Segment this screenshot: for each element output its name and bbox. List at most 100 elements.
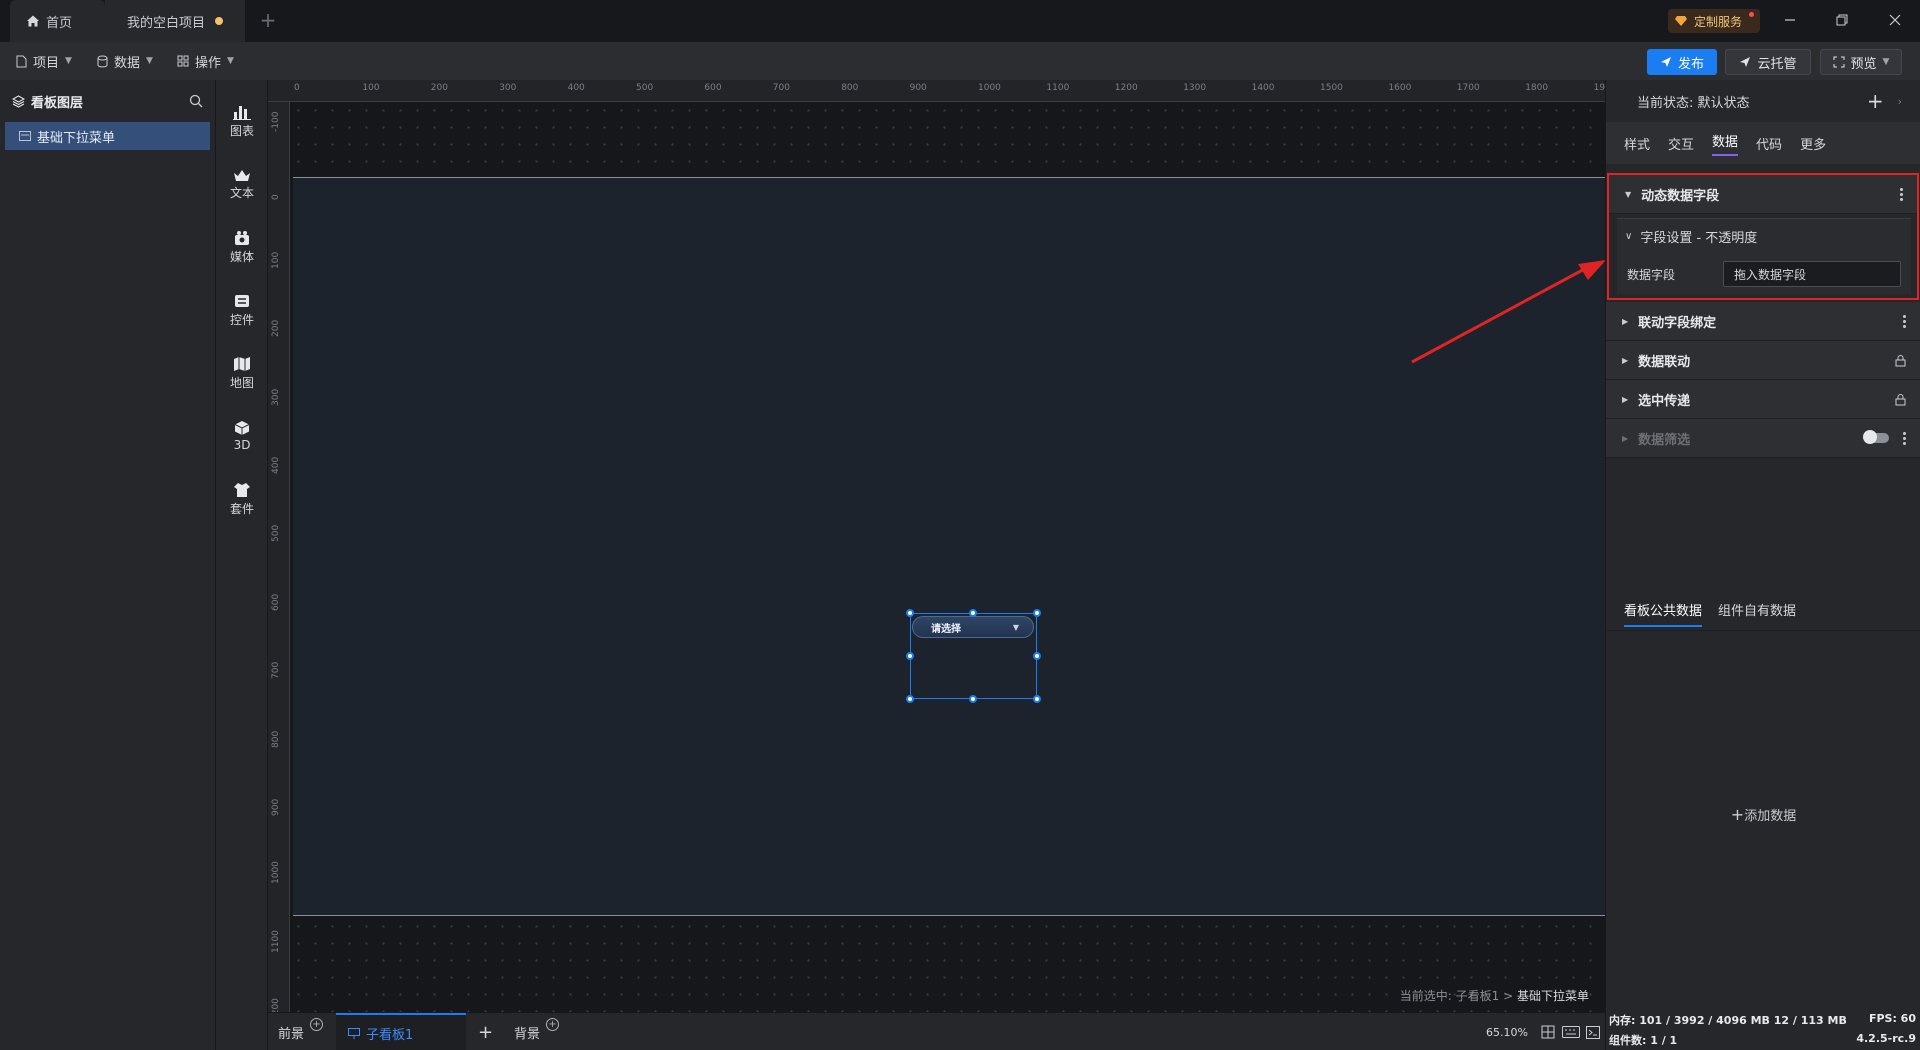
tab-more[interactable]: 更多	[1800, 134, 1826, 153]
tab-project-label: 我的空白项目	[126, 15, 205, 31]
resize-handle[interactable]	[1033, 652, 1041, 660]
chevron-right-icon[interactable]: ›	[1898, 95, 1902, 108]
tab-style[interactable]: 样式	[1624, 134, 1650, 153]
component-count: 组件数: 1 / 1	[1609, 1034, 1678, 1047]
chevron-down-icon: ▼	[65, 56, 72, 66]
section-dynamic-field[interactable]: ▼ 动态数据字段	[1609, 175, 1917, 214]
ruler-tick-label: 1200	[271, 998, 281, 1012]
tab-project[interactable]: 我的空白项目	[105, 0, 245, 42]
lock-icon	[1895, 354, 1906, 366]
resize-handle[interactable]	[906, 652, 914, 660]
close-button[interactable]	[1880, 8, 1910, 32]
ruler-tick-label: 1400	[1251, 83, 1275, 93]
add-board-button[interactable]: +	[478, 1013, 493, 1050]
ruler-tick-label: 1300	[1183, 83, 1207, 93]
section-data-filter[interactable]: ▶ 数据筛选	[1606, 419, 1920, 458]
ruler-tick-label: 700	[772, 83, 790, 93]
tab-subboard[interactable]: 子看板1	[336, 1013, 466, 1050]
add-data-button[interactable]: +添加数据	[1606, 805, 1920, 824]
zoom-level[interactable]: 65.10%	[1486, 1013, 1528, 1050]
cloud-host-button[interactable]: 云托管	[1725, 49, 1811, 75]
restore-button[interactable]	[1827, 8, 1857, 32]
publish-button[interactable]: 发布	[1647, 49, 1717, 75]
fit-screen-icon	[1541, 1025, 1555, 1039]
version-label: 4.2.5-rc.9	[1856, 1032, 1916, 1045]
more-vertical-icon[interactable]	[1900, 187, 1903, 201]
tab-background[interactable]: 背景 +	[514, 1013, 560, 1050]
tab-interaction[interactable]: 交互	[1668, 134, 1694, 153]
resize-handle[interactable]	[969, 609, 977, 617]
category-3d[interactable]: 3D	[216, 407, 268, 465]
category-control[interactable]: 控件	[216, 281, 268, 339]
canvas-area[interactable]: 0 100 200 300 400 500 600 700 800 900 1000 1100 1200…	[268, 80, 1605, 1012]
chevron-down-icon: ▼	[1882, 57, 1890, 67]
crumb-current: 基础下拉菜单	[1516, 989, 1589, 1003]
current-state-label: 当前状态: 默认状态	[1637, 95, 1750, 111]
tab-foreground[interactable]: 前景 +	[278, 1013, 324, 1050]
console-button[interactable]	[1586, 1013, 1600, 1050]
field-setting-header[interactable]: ∨ 字段设置 - 不透明度	[1617, 218, 1911, 254]
add-circle-icon[interactable]: +	[546, 1017, 560, 1031]
custom-service-label: 定制服务	[1694, 14, 1743, 29]
ruler-tick-label: 1000	[978, 83, 1001, 93]
search-icon[interactable]	[189, 94, 203, 108]
ruler-tick-label: 200	[271, 320, 281, 338]
resize-handle[interactable]	[906, 695, 914, 703]
ruler-horizontal: 0 100 200 300 400 500 600 700 800 900 1000 1100 1200…	[268, 80, 1605, 102]
layer-item[interactable]: 基础下拉菜单	[5, 122, 210, 150]
ruler-tick-label: 600	[704, 83, 722, 93]
more-vertical-icon[interactable]	[1903, 431, 1906, 445]
tab-component-own-data[interactable]: 组件自有数据	[1718, 600, 1796, 619]
category-kit[interactable]: 套件	[216, 470, 268, 528]
category-media[interactable]: 媒体	[216, 218, 268, 276]
annotation-arrow-icon	[1411, 260, 1606, 364]
add-state-icon[interactable]: +	[1867, 89, 1884, 113]
menu-operation[interactable]: 操作 ▼	[177, 42, 234, 80]
ruler-tick-label: 1600	[1388, 83, 1412, 93]
tab-data[interactable]: 数据	[1712, 131, 1739, 156]
ruler-tick-label: 1100	[1046, 83, 1070, 93]
tab-code[interactable]: 代码	[1756, 134, 1782, 153]
crumb-board: 子看板1	[1455, 989, 1500, 1003]
selected-component-box[interactable]: 请选择 ▼	[906, 609, 1041, 703]
tab-home[interactable]: 首页	[10, 0, 105, 42]
preview-button[interactable]: 预览 ▼	[1820, 49, 1902, 75]
add-circle-icon[interactable]: +	[310, 1017, 324, 1031]
tab-board-public-data[interactable]: 看板公共数据	[1624, 600, 1703, 627]
fit-screen-button[interactable]	[1541, 1013, 1555, 1050]
dropdown-menu-component[interactable]: 请选择 ▼	[912, 616, 1034, 638]
menu-project[interactable]: 项目 ▼	[16, 42, 72, 80]
notification-dot-icon	[1749, 12, 1754, 17]
category-text-label: 文本	[229, 185, 254, 200]
menu-data[interactable]: 数据 ▼	[97, 42, 153, 80]
tab-subboard-label: 子看板1	[366, 1027, 414, 1043]
more-vertical-icon[interactable]	[1903, 314, 1906, 328]
keyboard-button[interactable]	[1562, 1013, 1580, 1050]
resize-handle[interactable]	[906, 609, 914, 617]
section-data-linkage-label: 数据联动	[1638, 354, 1691, 370]
caret-right-icon: ▶	[1622, 394, 1629, 404]
resize-handle[interactable]	[969, 695, 977, 703]
chevron-down-icon: ▼	[227, 56, 234, 66]
sub-board-canvas[interactable]: 请选择 ▼	[293, 177, 1605, 916]
category-chart[interactable]: 图表	[216, 92, 268, 150]
filter-toggle[interactable]	[1863, 430, 1889, 444]
section-linked-binding[interactable]: ▶ 联动字段绑定	[1606, 302, 1920, 341]
minimize-button[interactable]	[1775, 8, 1805, 32]
new-tab-button[interactable]: +	[258, 10, 278, 30]
category-text[interactable]: 文本	[216, 155, 268, 213]
fullscreen-icon	[1833, 56, 1845, 68]
section-selected-pass[interactable]: ▶ 选中传递	[1606, 380, 1920, 419]
custom-service-button[interactable]: 定制服务	[1668, 9, 1760, 33]
data-field-dropzone[interactable]: 拖入数据字段	[1723, 261, 1901, 287]
layers-title: 看板图层	[31, 95, 84, 111]
resize-handle[interactable]	[1033, 695, 1041, 703]
caret-right-icon: ▶	[1622, 355, 1629, 365]
category-map[interactable]: 地图	[216, 344, 268, 402]
data-field-label: 数据字段	[1627, 267, 1676, 282]
section-data-linkage[interactable]: ▶ 数据联动	[1606, 341, 1920, 380]
send-icon	[1740, 57, 1751, 67]
section-data-filter-label: 数据筛选	[1638, 432, 1691, 448]
data-field-placeholder: 拖入数据字段	[1734, 267, 1807, 282]
resize-handle[interactable]	[1033, 609, 1041, 617]
